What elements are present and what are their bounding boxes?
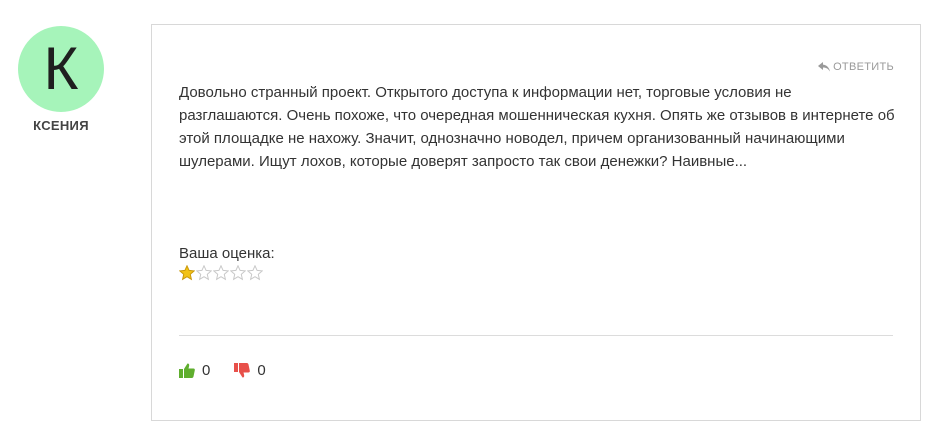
star-filled-icon[interactable] <box>179 265 195 281</box>
author-name: КСЕНИЯ <box>33 118 89 133</box>
thumbs-down-icon <box>234 363 251 378</box>
rating-block: Ваша оценка: <box>179 245 275 281</box>
avatar: К <box>18 26 104 112</box>
like-count: 0 <box>202 362 211 379</box>
like-button[interactable]: 0 <box>179 362 210 379</box>
review-author: К КСЕНИЯ <box>18 26 104 133</box>
review-card: ОТВЕТИТЬ Довольно странный проект. Откры… <box>151 24 921 421</box>
thumbs-up-icon <box>179 363 195 378</box>
rating-label: Ваша оценка: <box>179 245 275 262</box>
vote-bar: 0 0 <box>179 362 290 379</box>
star-rating[interactable] <box>179 265 275 281</box>
review-page: К КСЕНИЯ ОТВЕТИТЬ Довольно странный прое… <box>0 0 939 441</box>
dislike-count: 0 <box>257 362 266 379</box>
reply-label: ОТВЕТИТЬ <box>833 61 894 73</box>
star-empty-icon[interactable] <box>247 265 263 281</box>
dislike-button[interactable]: 0 <box>234 362 266 379</box>
star-empty-icon[interactable] <box>196 265 212 281</box>
reply-button[interactable]: ОТВЕТИТЬ <box>818 61 894 73</box>
star-empty-icon[interactable] <box>213 265 229 281</box>
star-empty-icon[interactable] <box>230 265 246 281</box>
review-text: Довольно странный проект. Открытого дост… <box>179 84 895 170</box>
reply-arrow-icon <box>818 62 831 72</box>
divider <box>179 335 893 336</box>
